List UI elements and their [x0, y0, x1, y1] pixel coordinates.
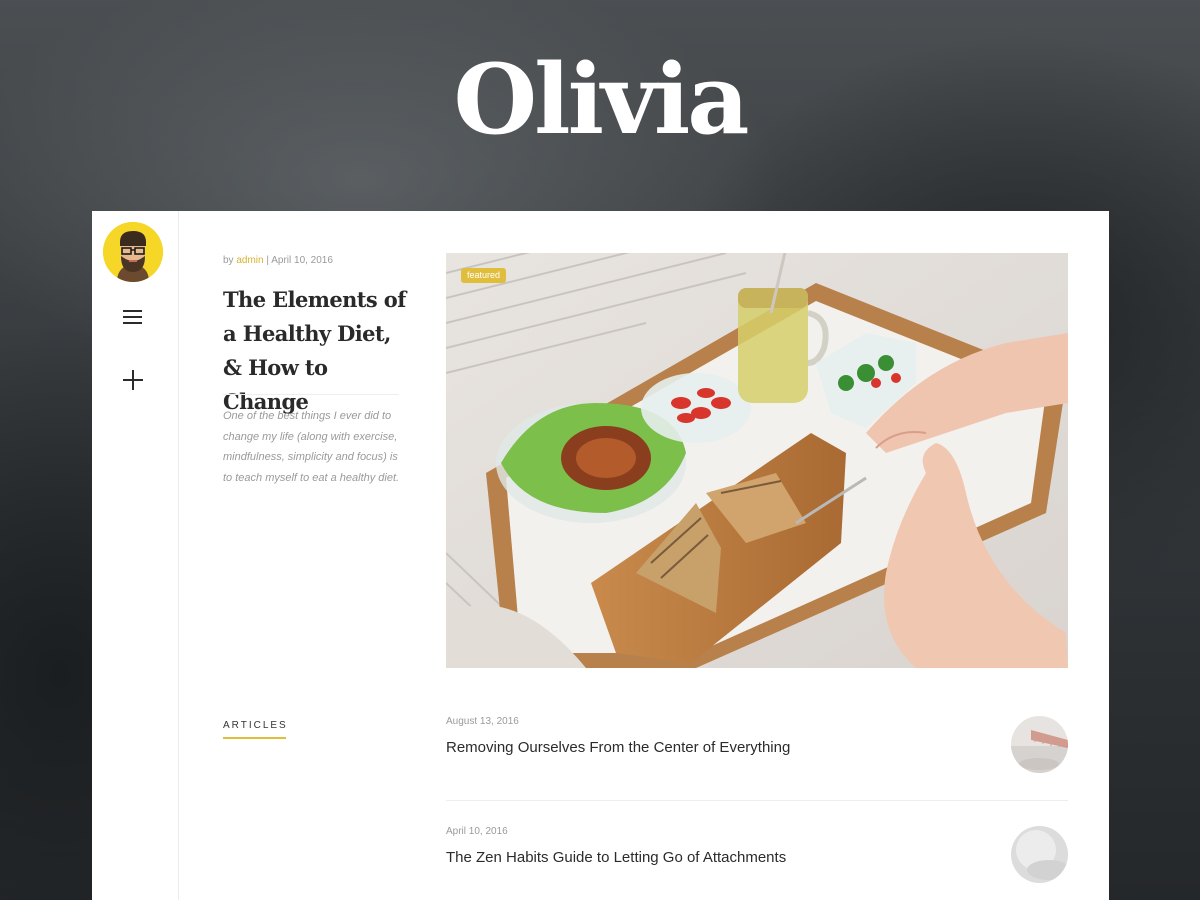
- left-rail: [92, 211, 179, 900]
- misty-photo-thumbnail: [1011, 826, 1068, 883]
- article-date: April 10, 2016: [446, 826, 508, 837]
- article-thumbnail[interactable]: [1011, 826, 1068, 883]
- title-divider: [223, 394, 399, 395]
- menu-line: [123, 310, 142, 312]
- bridge-photo-thumbnail: [1011, 716, 1068, 773]
- featured-post-title[interactable]: The Elements of a Healthy Diet, & How to…: [223, 283, 408, 419]
- article-thumbnail[interactable]: [1011, 716, 1068, 773]
- articles-section-label: ARTICLES: [223, 720, 288, 731]
- byline-prefix: by: [223, 255, 234, 266]
- featured-badge: featured: [461, 268, 507, 283]
- avatar[interactable]: [103, 222, 163, 282]
- section-underline: [223, 737, 286, 739]
- menu-line: [123, 322, 142, 324]
- site-brand-title: Olivia: [453, 43, 749, 156]
- article-divider: [446, 800, 1068, 801]
- author-link[interactable]: admin: [236, 255, 263, 266]
- article-title[interactable]: The Zen Habits Guide to Letting Go of At…: [446, 849, 786, 866]
- featured-image[interactable]: featured: [446, 253, 1068, 668]
- article-title[interactable]: Removing Ourselves From the Center of Ev…: [446, 739, 790, 756]
- post-date: April 10, 2016: [271, 255, 333, 266]
- article-list-item[interactable]: April 10, 2016 The Zen Habits Guide to L…: [446, 826, 1068, 900]
- post-excerpt: One of the best things I ever did to cha…: [223, 410, 400, 484]
- hamburger-menu-icon[interactable]: [118, 305, 148, 329]
- article-date: August 13, 2016: [446, 716, 519, 727]
- menu-line: [123, 316, 142, 318]
- article-list-item[interactable]: August 13, 2016 Removing Ourselves From …: [446, 716, 1068, 796]
- blog-theme-window: by admin | April 10, 2016 The Elements o…: [92, 211, 1109, 900]
- plus-icon[interactable]: [118, 365, 148, 395]
- breakfast-tray-photo: [446, 253, 1068, 668]
- bearded-man-avatar-icon: [103, 222, 163, 282]
- post-meta: by admin | April 10, 2016: [223, 255, 333, 266]
- plus-vertical-stroke: [132, 370, 134, 390]
- meta-separator: |: [266, 255, 269, 266]
